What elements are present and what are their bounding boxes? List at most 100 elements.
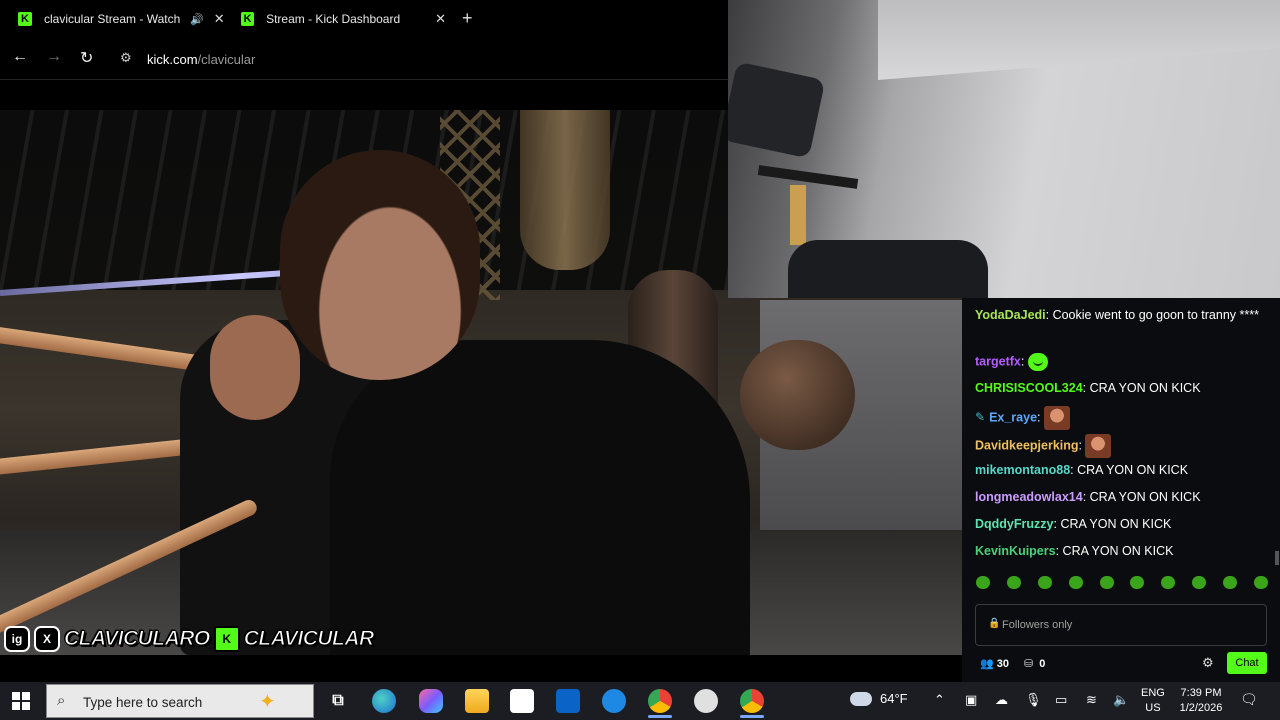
- quick-emote-icon[interactable]: [1253, 576, 1268, 589]
- chat-message: longmeadowlax14: CRA YON ON KICK: [975, 489, 1270, 506]
- chat-text: CRA YON ON KICK: [1089, 381, 1201, 395]
- chat-settings-gear-icon[interactable]: ⚙: [1202, 655, 1214, 671]
- x-icon: X: [34, 626, 60, 652]
- region-code: US: [1145, 702, 1161, 714]
- windows-start-icon[interactable]: [12, 692, 30, 710]
- quick-emote-icon[interactable]: [1223, 576, 1237, 589]
- chat-separator: :: [1055, 544, 1063, 558]
- file-explorer-icon[interactable]: [465, 689, 489, 713]
- quick-emote-icon[interactable]: [1192, 576, 1207, 589]
- system-clock[interactable]: 7:39 PM 1/2/2026: [1176, 686, 1226, 716]
- viewer-count: 👥 30: [980, 657, 1009, 670]
- video-person-right-head: [280, 150, 480, 380]
- wifi-icon[interactable]: ≋: [1086, 692, 1097, 708]
- cloud-weather-icon: [850, 691, 872, 706]
- chat-text: CRA YON ON KICK: [1062, 544, 1174, 558]
- quick-emote-icon[interactable]: [1037, 576, 1052, 589]
- chat-username[interactable]: mikemontano88: [975, 463, 1070, 477]
- quick-emote-icon[interactable]: [1130, 576, 1145, 589]
- recording-app-icon[interactable]: [694, 689, 718, 713]
- quick-emote-bar: [976, 576, 1268, 594]
- audio-playing-icon[interactable]: 🔊: [190, 13, 204, 26]
- speed-bag: [740, 340, 855, 450]
- forward-button[interactable]: →: [46, 48, 62, 66]
- search-placeholder: Type here to search: [83, 695, 203, 710]
- close-tab-icon[interactable]: ✕: [435, 11, 446, 27]
- webcam-overlay: [728, 0, 1280, 298]
- quick-emote-icon[interactable]: [976, 576, 990, 589]
- chat-username[interactable]: YodaDaJedi: [975, 308, 1046, 322]
- chat-input-placeholder: Followers only: [1002, 619, 1073, 631]
- send-chat-button[interactable]: Chat: [1227, 652, 1267, 674]
- tray-chevron-icon[interactable]: ⌃: [934, 692, 945, 708]
- green-blob-emote-icon: [1027, 353, 1048, 371]
- chat-username[interactable]: Davidkeepjerking: [975, 438, 1079, 452]
- clock-date: 1/2/2026: [1179, 702, 1223, 714]
- edge-browser-icon[interactable]: [372, 689, 396, 713]
- chat-panel: YodaDaJedi: Cookie went to go goon to tr…: [962, 298, 1280, 682]
- weather-temperature: 64°F: [880, 691, 908, 706]
- chat-username[interactable]: KevinKuipers: [975, 544, 1056, 558]
- microsoft-store-icon[interactable]: [510, 689, 534, 713]
- chat-username[interactable]: CHRISISCOOL324: [975, 381, 1083, 395]
- back-button[interactable]: ←: [12, 48, 28, 66]
- kick-favicon-icon: K: [241, 12, 255, 26]
- chrome-icon[interactable]: [740, 689, 764, 713]
- site-info-icon[interactable]: ⚙: [120, 50, 132, 66]
- chat-footer: 👥 30 ⛁ 0 ⚙ Chat: [962, 650, 1280, 680]
- outlook-icon[interactable]: [556, 689, 580, 713]
- chat-separator: :: [1082, 490, 1090, 504]
- address-bar[interactable]: kick.com/clavicular: [147, 52, 255, 67]
- search-icon: ⌕: [57, 692, 66, 709]
- gift-icon: ⛁: [1024, 658, 1034, 670]
- weather-widget[interactable]: 64°F: [850, 691, 908, 706]
- stream-watermark: ig X CLAVICULARO K CLAVICULAR: [4, 624, 375, 654]
- quick-emote-icon[interactable]: [1068, 576, 1083, 589]
- chat-message: targetfx:: [975, 353, 1270, 371]
- tab-clavicular-stream[interactable]: K clavicular Stream - Watch Li 🔊 ✕: [18, 6, 228, 32]
- quick-emote-icon[interactable]: [1099, 576, 1114, 589]
- notification-center-icon[interactable]: 🗨: [1240, 691, 1258, 708]
- webcam-scene-chair-arm: [757, 165, 859, 189]
- viewer-count-value: 30: [996, 658, 1009, 670]
- tab-kick-dashboard[interactable]: K Stream - Kick Dashboard ✕: [241, 6, 446, 32]
- clock-time: 7:39 PM: [1180, 687, 1222, 699]
- volume-icon[interactable]: 🔈: [1113, 692, 1129, 708]
- close-tab-icon[interactable]: ✕: [214, 11, 225, 27]
- chat-message: DqddyFruzzy: CRA YON ON KICK: [975, 516, 1270, 533]
- windows-taskbar: ⌕ Type here to search ✦ ⧉ 64°F ⌃ ▣ ☁ 🎙 ▭…: [0, 682, 1280, 720]
- chat-separator: :: [1037, 410, 1044, 425]
- chat-message: Davidkeepjerking:: [975, 434, 1270, 458]
- reload-button[interactable]: ↻: [80, 48, 93, 68]
- new-tab-button[interactable]: +: [462, 8, 473, 29]
- microphone-icon[interactable]: 🎙: [1025, 692, 1042, 708]
- battery-icon[interactable]: ▭: [1055, 692, 1067, 708]
- active-app-indicator: [648, 715, 672, 718]
- chat-username[interactable]: DqddyFruzzy: [975, 517, 1053, 531]
- chat-username[interactable]: targetfx: [975, 354, 1021, 368]
- chat-username[interactable]: longmeadowlax14: [975, 490, 1083, 504]
- video-person-right: [330, 340, 750, 655]
- browser-tab-strip: K clavicular Stream - Watch Li 🔊 ✕ K Str…: [0, 0, 728, 38]
- input-language[interactable]: ENG US: [1141, 686, 1165, 716]
- chat-scrollbar[interactable]: [1275, 551, 1279, 565]
- tab-title: Stream - Kick Dashboard: [266, 12, 401, 26]
- messenger-app-icon[interactable]: [602, 689, 626, 713]
- copilot-icon[interactable]: [419, 689, 443, 713]
- chat-message: YodaDaJedi: Cookie went to go goon to tr…: [975, 307, 1270, 324]
- taskbar-search-box[interactable]: ⌕ Type here to search ✦: [46, 684, 314, 718]
- onedrive-cloud-icon[interactable]: ☁: [995, 692, 1008, 708]
- face-emote-icon: [1043, 406, 1070, 430]
- chat-message-input[interactable]: 🔒 Followers only: [975, 604, 1267, 646]
- quick-emote-icon[interactable]: [1161, 576, 1176, 589]
- chat-text: CRA YON ON KICK: [1060, 517, 1172, 531]
- webcam-scene-chair: [728, 61, 826, 159]
- webcam-scene-chair-seat: [788, 240, 988, 298]
- tray-app-icon[interactable]: ▣: [965, 692, 977, 708]
- quick-emote-icon[interactable]: [1006, 576, 1021, 589]
- browser-toolbar: ← → ↻ ⚙ kick.com/clavicular: [0, 38, 728, 80]
- chrome-icon[interactable]: [648, 689, 672, 713]
- task-view-icon[interactable]: ⧉: [326, 689, 350, 713]
- webcam-scene-chair-post: [790, 185, 806, 245]
- chat-username[interactable]: Ex_raye: [989, 410, 1037, 424]
